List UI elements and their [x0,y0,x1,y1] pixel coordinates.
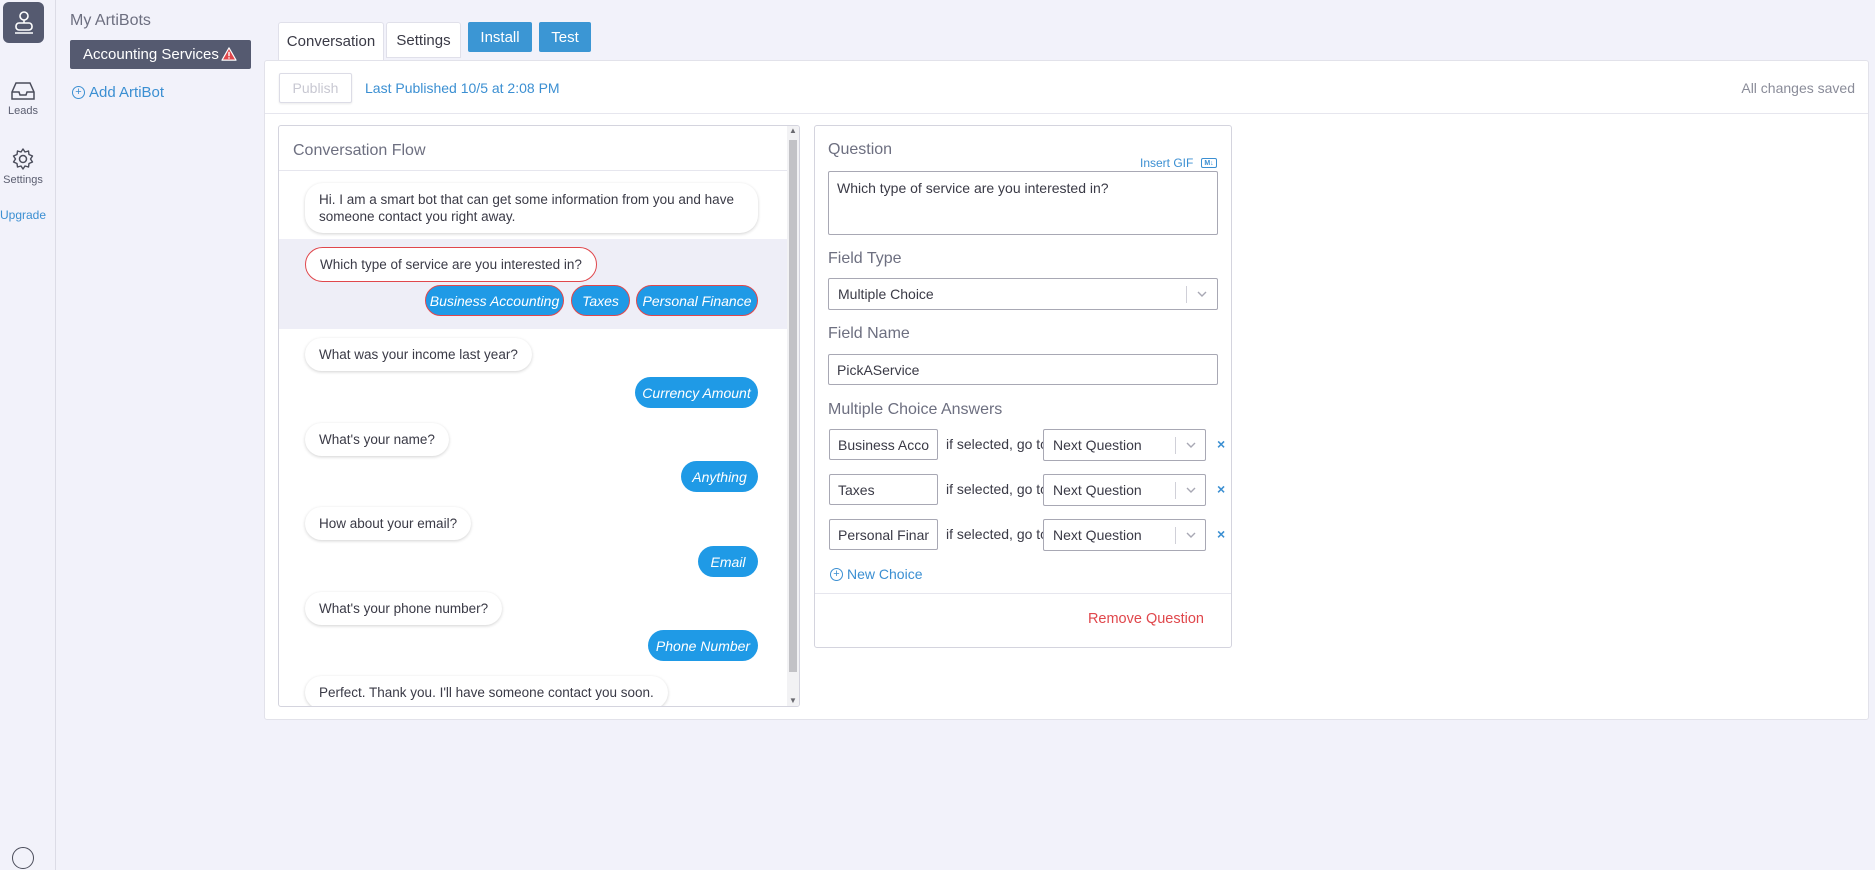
tab-conversation[interactable]: Conversation [278,22,384,60]
upgrade-link[interactable]: Upgrade [0,208,46,222]
choice-goto-select[interactable]: Next Question [1043,519,1206,551]
plus-circle-icon: + [830,567,843,581]
conversation-flow-panel: Conversation Flow Hi. I am a smart bot t… [278,125,800,707]
user-circle-icon[interactable] [12,847,34,869]
add-artibot-button[interactable]: + Add ArtiBot [72,84,164,101]
bot-name: Accounting Services [83,46,219,63]
bot-message[interactable]: Perfect. Thank you. I'll have someone co… [305,676,668,706]
insert-gif-link[interactable]: Insert GIF [1140,156,1193,170]
answer-chip[interactable]: Taxes [571,285,630,316]
question-editor-panel: Question Insert GIF M↓ Which type of ser… [814,125,1232,648]
goto-text: if selected, go to [946,526,1048,542]
plus-circle-icon: + [72,86,85,99]
rail-settings[interactable]: Settings [0,147,46,186]
gear-icon [12,148,34,170]
publish-button[interactable]: Publish [279,73,352,103]
answer-chip[interactable]: Anything [681,461,758,492]
scroll-thumb[interactable] [789,140,797,672]
choice-goto-value: Next Question [1053,482,1142,498]
answer-chip[interactable]: Personal Finance [636,285,758,316]
question-label: Question [828,141,893,158]
chevron-down-icon [1186,442,1196,448]
answer-chip[interactable]: Phone Number [648,630,758,661]
bot-message[interactable]: What's your name? [305,423,449,456]
icon-rail: Leads Settings Upgrade [0,0,56,870]
conversation-flow-title: Conversation Flow [279,126,787,171]
answer-chip[interactable]: Email [698,546,758,577]
remove-question-button[interactable]: Remove Question [1088,611,1204,627]
flow-scrollbar[interactable]: ▲ ▼ [787,126,799,706]
answer-chip[interactable]: Business Accounting [425,285,564,316]
bot-message[interactable]: What was your income last year? [305,338,532,371]
choice-goto-select[interactable]: Next Question [1043,429,1206,461]
remove-choice-icon[interactable]: × [1217,436,1225,452]
bot-message[interactable]: What's your phone number? [305,592,503,625]
artibots-sidebar: My ArtiBots Accounting Services + Add Ar… [57,0,257,870]
sidebar-title: My ArtiBots [70,12,151,29]
choice-goto-select[interactable]: Next Question [1043,474,1206,506]
choice-goto-value: Next Question [1053,527,1142,543]
sidebar-item-accounting-services[interactable]: Accounting Services [70,40,251,69]
install-button[interactable]: Install [468,22,532,52]
chevron-down-icon [1186,487,1196,493]
tab-settings[interactable]: Settings [386,22,461,58]
publish-toolbar: Publish Last Published 10/5 at 2:08 PM A… [265,61,1868,114]
field-name-label: Field Name [828,325,910,342]
rail-leads-label: Leads [8,105,38,117]
field-type-select[interactable]: Multiple Choice [828,278,1218,310]
field-type-label: Field Type [828,250,902,267]
rail-settings-label: Settings [3,174,43,186]
chevron-down-icon [1186,532,1196,538]
scroll-down-icon[interactable]: ▼ [787,696,799,706]
markdown-icon[interactable]: M↓ [1201,158,1217,168]
test-button[interactable]: Test [539,22,591,52]
warning-icon [221,47,237,61]
remove-choice-icon[interactable]: × [1217,481,1225,497]
field-type-value: Multiple Choice [838,286,934,302]
rail-leads[interactable]: Leads [0,80,46,117]
artibot-logo-icon[interactable] [3,2,44,43]
add-artibot-label: Add ArtiBot [89,84,165,101]
answer-chip[interactable]: Currency Amount [635,377,758,408]
choice-answer-input[interactable] [829,474,938,505]
goto-text: if selected, go to [946,436,1048,452]
choice-goto-value: Next Question [1053,437,1142,453]
editor-divider [815,593,1231,594]
last-published-text: Last Published 10/5 at 2:08 PM [365,80,560,96]
save-status: All changes saved [1741,80,1855,96]
choice-answer-input[interactable] [829,429,938,460]
remove-choice-icon[interactable]: × [1217,526,1225,542]
new-choice-button[interactable]: + New Choice [830,566,922,582]
main-panel: Publish Last Published 10/5 at 2:08 PM A… [264,60,1869,720]
chevron-down-icon [1197,291,1207,297]
question-textarea[interactable]: Which type of service are you interested… [828,171,1218,235]
goto-text: if selected, go to [946,481,1048,497]
choices-label: Multiple Choice Answers [828,401,1003,418]
scroll-up-icon[interactable]: ▲ [787,126,799,136]
bot-message[interactable]: How about your email? [305,507,472,540]
bot-message-selected[interactable]: Which type of service are you interested… [305,247,597,282]
inbox-icon [11,82,35,100]
choice-answer-input[interactable] [829,519,938,550]
bot-message[interactable]: Hi. I am a smart bot that can get some i… [305,183,758,233]
field-name-input[interactable] [828,354,1218,385]
new-choice-label: New Choice [847,566,923,582]
